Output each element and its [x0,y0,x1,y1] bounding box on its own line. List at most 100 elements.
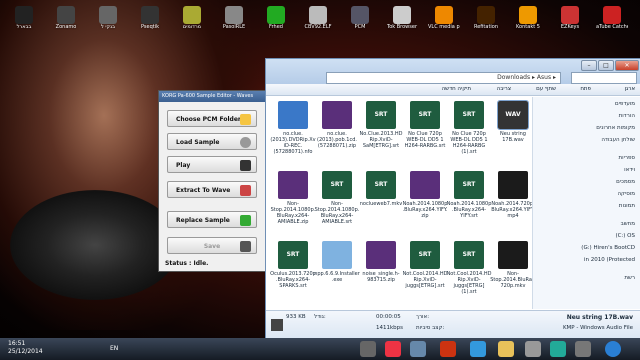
exe-file-icon [322,241,352,269]
start-button[interactable] [605,341,621,357]
file-item[interactable]: SRT Not.Cool.2014.HDRip.XviD-juggs[ETRG] … [446,241,492,295]
desktop-icon-image [393,6,411,24]
file-item[interactable]: SRT Not.Cool.2014.HDRip.XviD-juggs[ETRG].… [402,241,448,289]
file-item[interactable]: WAV Neu string 17B.wav [490,100,536,143]
nav-item[interactable]: וידאו [624,167,635,173]
rar-file-icon [322,101,352,129]
maximize-button[interactable]: □ [598,60,614,71]
file-item[interactable]: npp.6.6.9.Installer.exe [314,241,360,283]
nav-item[interactable]: ספריות [619,155,635,161]
play-button[interactable]: Play [167,156,257,173]
nav-item[interactable]: (G:) Hiren's BootCD [581,245,635,251]
nav-item[interactable]: מועדפים [615,101,635,107]
file-name: Non-Stop.2014.BluRay.720p.mkv [490,271,536,289]
extract-to-wave-button[interactable]: Extract To Wave [167,181,257,198]
nav-item[interactable]: שולחן העבודה [601,137,635,143]
desktop-icon[interactable]: PasolRLE [218,6,250,30]
taskbar-app-icon[interactable] [525,341,541,357]
desktop-icon-label: PasolRLE [222,24,246,30]
clock-date: 25/12/2014 [8,348,43,355]
desktop-icon[interactable]: Zonamo [50,6,82,30]
desktop-icon-label: Refitation [473,24,499,30]
file-name: Oculus.2013.720p.BluRay.x264-SPARKS.srt [270,271,316,289]
clock[interactable]: 16:51 25/12/2014 [8,340,43,356]
details-length: 00:00:05 [376,314,401,320]
nav-item[interactable]: מקומות אחרונים [596,125,635,131]
replace-sample-button[interactable]: Replace Sample [167,211,257,228]
file-item[interactable]: Non-Stop.2014.BluRay.720p.mkv [490,241,536,289]
search-input[interactable] [571,72,637,84]
file-item[interactable]: SRT No Clue 720p WEB-DL DD5 1 H264-RARBG … [446,101,492,155]
file-name: No Clue 720p WEB-DL DD5 1 H264-RARBG (1)… [450,131,488,155]
language-indicator[interactable]: EN [110,345,118,352]
save-label: Save [203,243,221,250]
desktop-icon[interactable]: CBV92.ELF [302,6,334,30]
file-item[interactable]: Noah.2014.1080p.BluRay.x264.YIFY.zip [402,171,448,219]
wav-thumbnail-icon [271,319,283,331]
desktop-icon[interactable]: מרדומים [176,6,208,30]
taskbar-app-icon[interactable] [410,341,426,357]
desktop-icon[interactable]: בנקי ל [92,6,124,30]
file-item[interactable]: SRT No Clue 720p WEB-DL DD5 1 H264-RARBG.… [402,101,448,149]
explorer-window: – □ ✕ Downloads ▸ Asus ▸ ארגן פתח שתף עם… [265,58,640,340]
new-folder-button[interactable]: תיקיה חדשה [442,84,471,95]
share-button[interactable]: שתף עם [536,84,556,95]
nav-item[interactable]: מחשב [621,221,635,227]
minimize-button[interactable]: – [581,60,597,71]
close-button[interactable]: ✕ [615,60,639,71]
file-item[interactable]: SRT noclueweb7.mkv [358,171,404,207]
file-item[interactable]: Non-Stop.2014.1080p.BluRay.x264-AMIABLE.… [270,171,316,225]
desktop-icon[interactable]: PCM [344,6,376,30]
desktop-icon-label: בבארל [16,24,32,30]
nav-item[interactable]: (C:) OS [615,233,635,239]
ie-icon[interactable] [470,341,486,357]
choose-pcm-folder-button[interactable]: Choose PCM Folder [167,110,257,127]
open-button[interactable]: פתח [580,84,591,95]
chrome-icon[interactable] [385,341,401,357]
load-sample-button[interactable]: Load Sample [167,133,257,150]
file-item[interactable]: noise_single.h-983715.zip [358,241,404,283]
burn-button[interactable]: צריבה [497,84,511,95]
nav-item[interactable]: תמונות [619,203,635,209]
replace-label: Replace Sample [176,217,230,224]
file-item[interactable]: SRT No.Clue.2013.HDRip.XviD-SaM[ETRG].srt [358,101,404,149]
taskbar-app-icon[interactable] [575,341,591,357]
desktop-icon[interactable]: Pseqtik [134,6,166,30]
nav-item[interactable]: מסמכים [616,179,635,185]
filezilla-icon[interactable] [440,341,456,357]
file-item[interactable]: no.clue.(2013).DVDRip.XviD-REC.(57288071… [270,101,316,155]
desktop-icon[interactable]: בבארל [8,6,40,30]
file-item[interactable]: SRT Non-Stop.2014.1080p.BluRay.x264-AMIAB… [314,171,360,225]
status-line: Status : Idle. [165,260,208,267]
explorer-titlebar: – □ ✕ Downloads ▸ Asus ▸ [266,59,640,84]
desktop-icon-label: מרדומים [182,24,202,30]
file-item[interactable]: Noah.2014.720p.BluRay.x264.YIFY.mp4 [490,171,536,219]
taskbar-app-icon[interactable] [360,341,376,357]
file-item[interactable]: SRT Oculus.2013.720p.BluRay.x264-SPARKS.s… [270,241,316,289]
nav-item[interactable]: רשת [624,275,635,281]
srt-file-icon: SRT [410,101,440,129]
desktop-icon-label: בנקי ל [101,24,115,30]
video-file-icon [498,171,528,199]
organize-button[interactable]: ארגן [624,84,635,95]
nav-item[interactable]: מוסיקה [617,191,635,197]
desktop-icon[interactable]: Kontakt 5 [512,6,544,30]
desktop-icon[interactable]: VLC media player [428,6,460,30]
desktop-icon[interactable]: EZKeys [554,6,586,30]
desktop-icon[interactable]: Frhed [260,6,292,30]
desktop-icon-image [519,6,537,24]
taskbar-app-icon[interactable] [550,341,566,357]
nav-item[interactable]: הורדות [619,113,635,119]
file-item[interactable]: no.clue.(2013).pob.1cd.(57288071).zip [314,101,360,149]
file-item[interactable]: SRT Noah.2014.1080p.BluRay.x264-YIFY.srt [446,171,492,219]
address-bar[interactable]: Downloads ▸ Asus ▸ [326,72,561,84]
srt-file-icon: SRT [454,101,484,129]
desktop-icon-image [435,6,453,24]
file-name: Not.Cool.2014.HDRip.XviD-juggs[ETRG].srt [402,271,448,289]
explorer-icon[interactable] [498,341,514,357]
desktop-icon[interactable]: Tok Browser [386,6,418,30]
save-button[interactable]: Save [167,237,257,254]
desktop-icon[interactable]: aTube Catcher [596,6,628,30]
desktop-icon[interactable]: Refitation [470,6,502,30]
nav-item[interactable]: in 2010 (Protected [584,257,635,263]
